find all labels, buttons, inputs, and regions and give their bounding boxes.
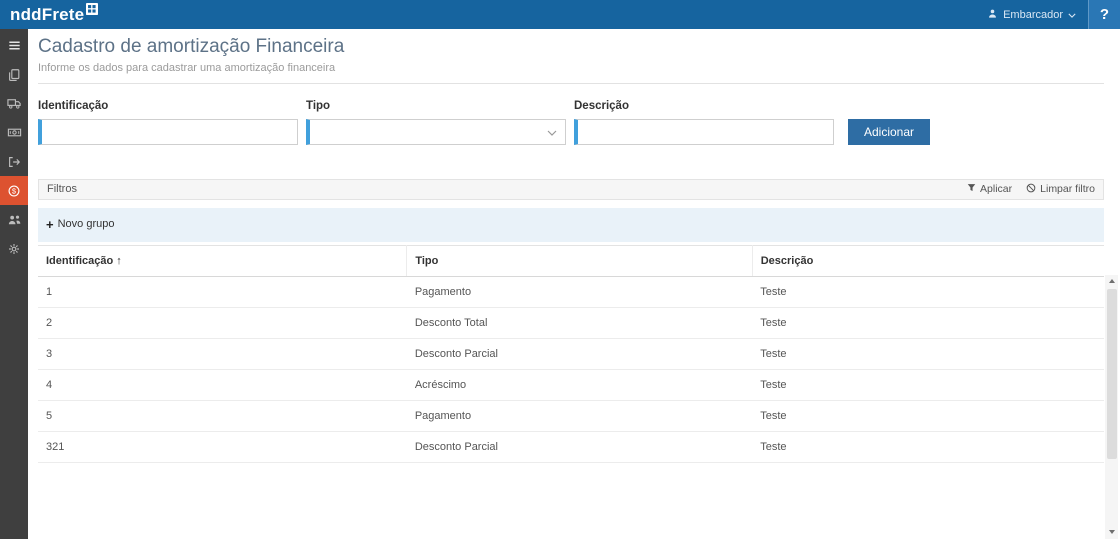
documents-icon	[7, 68, 21, 82]
descricao-label: Descrição	[574, 100, 834, 112]
page-subtitle: Informe os dados para cadastrar uma amor…	[38, 62, 1104, 74]
filter-funnel-icon	[967, 183, 976, 195]
menu-icon	[7, 38, 22, 53]
descricao-field: Descrição	[574, 100, 834, 145]
cell-descricao: Teste	[752, 369, 1104, 400]
table-row[interactable]: 321 Desconto Parcial Teste	[38, 431, 1104, 462]
cell-tipo: Pagamento	[407, 400, 752, 431]
aplicar-label: Aplicar	[980, 183, 1012, 195]
tipo-field: Tipo	[306, 100, 566, 145]
scroll-up-button[interactable]	[1105, 275, 1118, 288]
sidebar-item-settings[interactable]	[0, 234, 28, 263]
user-menu-label: Embarcador	[1003, 9, 1063, 21]
select-chevron-down-icon	[547, 123, 557, 141]
cell-identificacao: 5	[38, 400, 407, 431]
settings-icon	[7, 242, 21, 256]
sidebar-item-menu[interactable]	[0, 31, 28, 60]
tipo-label: Tipo	[306, 100, 566, 112]
column-header-descricao[interactable]: Descrição	[752, 245, 1104, 276]
cell-tipo: Acréscimo	[407, 369, 752, 400]
topbar: nddFrete Embarcador ?	[0, 0, 1120, 29]
amortization-form: Identificação Tipo Descrição Adicionar	[38, 100, 1104, 145]
cell-tipo: Desconto Parcial	[407, 338, 752, 369]
cell-tipo: Pagamento	[407, 276, 752, 307]
logo-text: nddFrete	[10, 5, 84, 25]
identificacao-label: Identificação	[38, 100, 298, 112]
user-icon	[987, 8, 998, 22]
column-label: Identificação	[46, 255, 113, 267]
table-row[interactable]: 3 Desconto Parcial Teste	[38, 338, 1104, 369]
truck-icon	[7, 96, 22, 111]
aplicar-button[interactable]: Aplicar	[967, 183, 1012, 195]
tipo-select[interactable]	[306, 119, 566, 145]
sidebar: $	[0, 29, 28, 539]
adicionar-button[interactable]: Adicionar	[848, 119, 930, 145]
table-scrollbar[interactable]	[1105, 275, 1118, 539]
descricao-input[interactable]	[574, 119, 834, 145]
cell-tipo: Desconto Total	[407, 307, 752, 338]
column-header-tipo[interactable]: Tipo	[407, 245, 752, 276]
sort-asc-icon: ↑	[116, 255, 122, 267]
filter-group-area: + Novo grupo	[38, 208, 1104, 242]
column-header-identificacao[interactable]: Identificação↑	[38, 245, 407, 276]
amortization-table: Identificação↑ Tipo Descrição 1 Pagament…	[38, 245, 1104, 463]
table-row[interactable]: 1 Pagamento Teste	[38, 276, 1104, 307]
billing-icon	[7, 125, 22, 140]
main-content: Cadastro de amortização Financeira Infor…	[28, 29, 1120, 539]
page-title: Cadastro de amortização Financeira	[38, 36, 1104, 59]
filters-bar: Filtros Aplicar Limpar filtro	[38, 179, 1104, 200]
svg-text:$: $	[12, 186, 17, 195]
cell-identificacao: 1	[38, 276, 407, 307]
cell-descricao: Teste	[752, 338, 1104, 369]
app-logo[interactable]: nddFrete	[10, 0, 98, 29]
plus-icon: +	[46, 218, 54, 231]
cell-identificacao: 3	[38, 338, 407, 369]
cell-descricao: Teste	[752, 307, 1104, 338]
sidebar-item-financial-amortization[interactable]: $	[0, 176, 28, 205]
financial-amortization-icon: $	[7, 184, 21, 198]
cell-descricao: Teste	[752, 276, 1104, 307]
cell-identificacao: 321	[38, 431, 407, 462]
sidebar-item-billing[interactable]	[0, 118, 28, 147]
amortization-table-area: Identificação↑ Tipo Descrição 1 Pagament…	[38, 245, 1104, 463]
filters-title: Filtros	[47, 183, 77, 195]
clear-slash-icon	[1026, 183, 1036, 196]
user-menu[interactable]: Embarcador	[975, 0, 1088, 29]
cell-tipo: Desconto Parcial	[407, 431, 752, 462]
help-button[interactable]: ?	[1088, 0, 1120, 29]
identificacao-field: Identificação	[38, 100, 298, 145]
export-icon	[7, 155, 21, 169]
column-label: Descrição	[761, 255, 814, 267]
triangle-up-icon	[1109, 279, 1115, 283]
triangle-down-icon	[1109, 530, 1115, 534]
users-icon	[7, 212, 22, 227]
scrollbar-thumb[interactable]	[1107, 289, 1117, 459]
sidebar-item-export[interactable]	[0, 147, 28, 176]
novo-grupo-label: Novo grupo	[58, 218, 115, 230]
sidebar-item-users[interactable]	[0, 205, 28, 234]
table-row[interactable]: 2 Desconto Total Teste	[38, 307, 1104, 338]
limpar-filtro-label: Limpar filtro	[1040, 183, 1095, 195]
header-divider	[38, 83, 1104, 84]
sidebar-item-documents[interactable]	[0, 60, 28, 89]
table-row[interactable]: 5 Pagamento Teste	[38, 400, 1104, 431]
table-row[interactable]: 4 Acréscimo Teste	[38, 369, 1104, 400]
topbar-right: Embarcador ?	[975, 0, 1120, 29]
cell-identificacao: 4	[38, 369, 407, 400]
scroll-down-button[interactable]	[1105, 526, 1118, 539]
column-label: Tipo	[415, 255, 438, 267]
novo-grupo-button[interactable]: + Novo grupo	[46, 218, 114, 231]
cell-descricao: Teste	[752, 431, 1104, 462]
cell-identificacao: 2	[38, 307, 407, 338]
table-header-row: Identificação↑ Tipo Descrição	[38, 245, 1104, 276]
filters-actions: Aplicar Limpar filtro	[967, 183, 1095, 196]
identificacao-input[interactable]	[38, 119, 298, 145]
cell-descricao: Teste	[752, 400, 1104, 431]
help-label: ?	[1100, 6, 1109, 23]
sidebar-item-truck[interactable]	[0, 89, 28, 118]
logo-icon	[86, 3, 98, 15]
limpar-filtro-button[interactable]: Limpar filtro	[1026, 183, 1095, 196]
chevron-down-icon	[1068, 9, 1076, 21]
